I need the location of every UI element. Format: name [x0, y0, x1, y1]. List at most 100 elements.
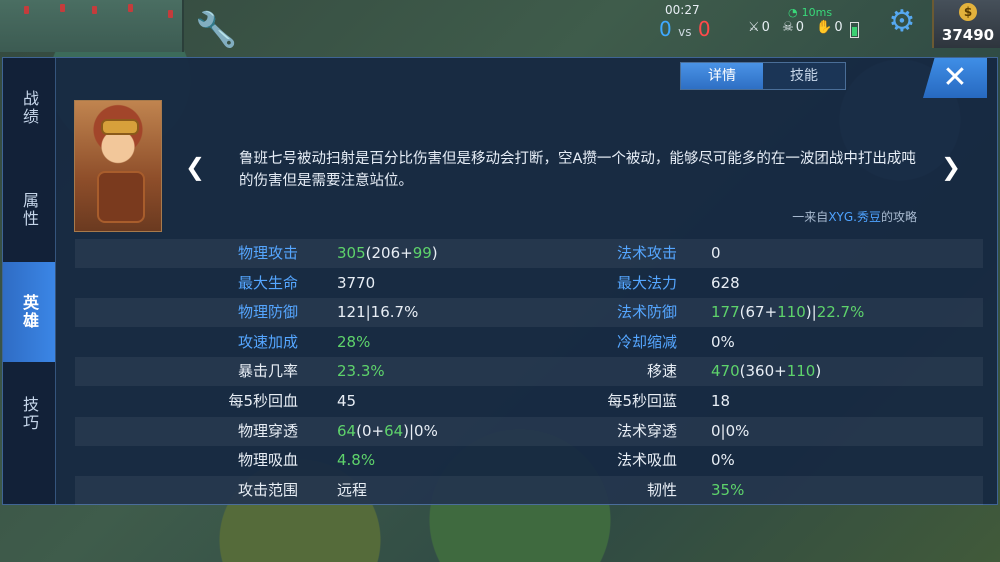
kda-stats: ⚔ 0 ☠ 0 ✋ 0: [740, 20, 843, 35]
stat-label[interactable]: 法术攻击: [525, 239, 677, 268]
ping-value: 10ms: [801, 6, 833, 19]
stat-value-part: (0+: [356, 421, 385, 440]
chevron-left-icon[interactable]: ❮: [185, 153, 205, 181]
stat-row: 最大生命 3770 最大法力 628: [75, 269, 983, 298]
stat-label: 法术吸血: [616, 451, 677, 470]
tip-author-link[interactable]: XYG.秀豆: [828, 210, 881, 224]
stat-label[interactable]: 法术防御: [525, 298, 677, 327]
stat-value-part: 0%: [711, 451, 735, 470]
stat-value-part: (206+: [365, 244, 413, 262]
kills-count: 0: [761, 20, 770, 35]
assists-count: 0: [834, 20, 843, 35]
stat-value-part: 628: [711, 273, 740, 292]
stat-label: 攻击范围: [237, 480, 298, 499]
score-right: 0: [697, 17, 711, 41]
wrench-icon[interactable]: 🔧: [195, 10, 237, 50]
stat-value-part: ): [431, 244, 438, 262]
score-vs: vs: [678, 25, 692, 39]
stat-label[interactable]: 最大生命: [75, 269, 298, 298]
minimap[interactable]: [0, 0, 184, 52]
stat-value: 0%: [711, 446, 735, 475]
stat-value-part: 22.7%: [816, 303, 865, 322]
hero-detail-panel: 战绩 属性 英雄 技巧 详情 技能 ✕ ❮ ❯ 鲁班七号被动扫射是百分比伤害但是…: [2, 57, 998, 505]
stat-value-part: 45: [337, 392, 357, 410]
gear-icon[interactable]: ⚙: [882, 2, 922, 42]
goggles: [101, 119, 139, 135]
stat-label[interactable]: 物理防御: [75, 298, 298, 327]
stat-value-part: ): [815, 362, 822, 381]
stat-value-part: 470: [711, 362, 740, 381]
hero-portrait: [74, 100, 162, 232]
close-button[interactable]: ✕: [923, 58, 987, 98]
tab-details[interactable]: 详情: [681, 63, 763, 89]
stat-row: 物理吸血 4.8% 法术吸血 0%: [75, 446, 983, 475]
stat-value-part: 0|0%: [711, 421, 750, 440]
top-tab-bar: 详情 技能: [680, 62, 846, 90]
stat-value: 远程: [337, 476, 367, 505]
stat-label[interactable]: 最大法力: [525, 269, 677, 298]
tab-skills[interactable]: 技能: [763, 63, 845, 89]
stat-value: 177(67+110)|22.7%: [711, 298, 864, 327]
stat-row: 物理防御 121|16.7% 法术防御 177(67+110)|22.7%: [75, 298, 983, 328]
stat-value-part: )|0%: [403, 421, 438, 440]
stat-label: 每5秒回血: [228, 392, 298, 410]
gold-counter[interactable]: $ 37490: [932, 0, 1000, 48]
team-score: 0 vs 0: [659, 17, 711, 41]
stat-value: 0: [711, 239, 721, 268]
stat-value-part: (360+: [739, 362, 787, 381]
stat-value: 35%: [711, 476, 744, 505]
stat-label: 韧性: [646, 480, 677, 499]
stat-value-part: 18: [711, 392, 731, 410]
stat-value: 4.8%: [337, 446, 375, 475]
stat-value-part: 35%: [711, 480, 745, 499]
stat-value: 470(360+110): [711, 357, 821, 386]
stat-value-part: 3770: [337, 273, 376, 292]
stat-value: 0|0%: [711, 417, 749, 446]
chevron-right-icon[interactable]: ❯: [941, 153, 961, 181]
stat-value: 28%: [337, 328, 370, 357]
stat-label: 移速: [646, 362, 677, 381]
stat-label: 物理穿透: [237, 421, 298, 440]
money-bag-icon: $: [959, 3, 977, 21]
stat-value-part: 远程: [337, 480, 368, 499]
tip-source-suffix: 的攻略: [880, 210, 917, 224]
tip-source: 一来自XYG.秀豆的攻略: [792, 208, 917, 225]
deaths-count: 0: [795, 20, 805, 35]
stat-row: 每5秒回血 45 每5秒回蓝 18: [75, 387, 983, 416]
wifi-icon: ◔: [788, 6, 798, 19]
stat-value-part: 64: [384, 421, 404, 440]
skull-icon: ☠: [782, 20, 794, 35]
stat-value: 121|16.7%: [337, 298, 418, 327]
side-tab-hero[interactable]: 英雄: [3, 262, 55, 362]
side-tab-bar: 战绩 属性 英雄 技巧: [3, 58, 56, 504]
stat-value-part: 110: [777, 303, 806, 322]
stat-value-part: 0: [711, 244, 721, 262]
stat-value: 3770: [337, 269, 375, 298]
stat-row: 攻速加成 28% 冷却缩减 0%: [75, 328, 983, 357]
sword-icon: ⚔: [748, 20, 760, 35]
stat-value-part: 305: [337, 244, 366, 262]
stat-label: 暴击几率: [237, 362, 298, 381]
match-timer: 00:27: [665, 3, 700, 17]
stat-value: 45: [337, 387, 356, 416]
hero-body: [97, 171, 145, 223]
stat-row: 物理穿透 64(0+64)|0% 法术穿透 0|0%: [75, 416, 983, 446]
stat-label[interactable]: 物理攻击: [75, 239, 298, 268]
stat-value-part: 177: [711, 303, 740, 322]
side-tab-attributes[interactable]: 属性: [3, 160, 55, 260]
stat-value: 18: [711, 387, 730, 416]
stat-row: 物理攻击 305(206+99) 法术攻击 0: [75, 239, 983, 268]
stat-label: 每5秒回蓝: [607, 392, 677, 410]
side-tab-label: 属性: [20, 192, 39, 228]
side-tab-tips[interactable]: 技巧: [3, 364, 55, 464]
stat-label: 物理吸血: [237, 451, 298, 470]
stat-value-part: 4.8%: [337, 451, 376, 470]
tip-source-prefix: 一来自: [792, 210, 829, 224]
stat-row: 攻击范围 远程 韧性 35%: [75, 475, 983, 505]
stat-label[interactable]: 攻速加成: [75, 328, 298, 357]
stat-value-part: 121|16.7%: [337, 303, 419, 322]
stat-label[interactable]: 冷却缩减: [525, 328, 677, 357]
battery-icon: [850, 22, 859, 38]
stat-value-part: )|: [805, 303, 817, 322]
side-tab-record[interactable]: 战绩: [3, 58, 55, 158]
